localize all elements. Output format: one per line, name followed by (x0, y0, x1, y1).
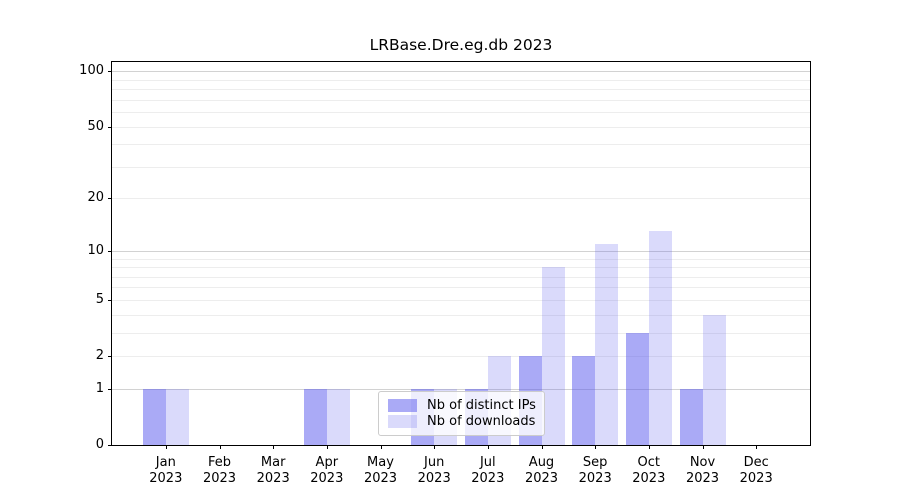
gridline-minor (112, 300, 810, 301)
y-tick-mark (108, 127, 112, 128)
x-tick-label-feb: Feb 2023 (203, 455, 236, 486)
x-tick-mark (381, 445, 382, 449)
bar-distinct-ips-jan (143, 389, 166, 445)
gridline-minor (112, 277, 810, 278)
x-tick-label-aug: Aug 2023 (525, 455, 558, 486)
gridline-major (112, 251, 810, 252)
y-tick-label: 100 (0, 63, 104, 79)
legend-swatch-distinct-ips-icon (388, 399, 417, 412)
bar-downloads-nov (703, 315, 726, 445)
x-tick-label-jul: Jul 2023 (471, 455, 504, 486)
x-tick-mark (703, 445, 704, 449)
x-tick-mark (595, 445, 596, 449)
x-tick-mark (434, 445, 435, 449)
bar-distinct-ips-nov (680, 389, 703, 445)
bar-downloads-jan (166, 389, 189, 445)
x-tick-label-nov: Nov 2023 (686, 455, 719, 486)
gridline-major (112, 71, 810, 72)
gridline-minor (112, 112, 810, 113)
gridline-minor (112, 89, 810, 90)
gridline-minor (112, 80, 810, 81)
y-tick-mark (108, 445, 112, 446)
gridline-minor (112, 127, 810, 128)
gridline-minor (112, 167, 810, 168)
x-tick-mark (542, 445, 543, 449)
x-tick-mark (166, 445, 167, 449)
chart-figure: LRBase.Dre.eg.db 2023 0 1 2 5 10 20 50 100 Jan … (0, 0, 900, 500)
x-tick-label-may: May 2023 (364, 455, 397, 486)
gridline-minor (112, 100, 810, 101)
legend-label-distinct-ips: Nb of distinct IPs (427, 398, 536, 413)
bar-downloads-apr (327, 389, 350, 445)
gridline-minor (112, 259, 810, 260)
bar-downloads-sep (595, 244, 618, 445)
gridline-minor (112, 267, 810, 268)
y-tick-label: 0 (0, 437, 104, 453)
bar-downloads-oct (649, 231, 672, 445)
x-tick-mark (756, 445, 757, 449)
legend-item-downloads: Nb of downloads (388, 414, 535, 429)
x-tick-mark (488, 445, 489, 449)
x-tick-label-apr: Apr 2023 (310, 455, 343, 486)
y-tick-mark (108, 356, 112, 357)
legend-swatch-downloads-icon (388, 415, 417, 428)
bar-distinct-ips-apr (304, 389, 327, 445)
y-tick-label: 20 (0, 190, 104, 206)
y-tick-mark (108, 300, 112, 301)
y-tick-mark (108, 198, 112, 199)
legend-label-downloads: Nb of downloads (427, 414, 535, 429)
x-tick-mark (327, 445, 328, 449)
x-tick-label-mar: Mar 2023 (257, 455, 290, 486)
plot-area (111, 61, 811, 446)
x-tick-label-jun: Jun 2023 (418, 455, 451, 486)
x-tick-mark (220, 445, 221, 449)
chart-title: LRBase.Dre.eg.db 2023 (112, 36, 810, 54)
x-tick-label-oct: Oct 2023 (632, 455, 665, 486)
x-tick-label-jan: Jan 2023 (149, 455, 182, 486)
x-tick-mark (649, 445, 650, 449)
x-tick-label-sep: Sep 2023 (579, 455, 612, 486)
y-tick-label: 50 (0, 119, 104, 135)
bar-distinct-ips-oct (626, 333, 649, 445)
y-tick-mark (108, 251, 112, 252)
x-tick-label-dec: Dec 2023 (740, 455, 773, 486)
bar-distinct-ips-sep (572, 356, 595, 445)
y-tick-label: 2 (0, 348, 104, 364)
gridline-minor (112, 144, 810, 145)
gridline-minor (112, 198, 810, 199)
y-tick-mark (108, 389, 112, 390)
y-tick-label: 5 (0, 292, 104, 308)
gridline-minor (112, 287, 810, 288)
legend-item-distinct-ips: Nb of distinct IPs (388, 398, 535, 413)
y-tick-mark (108, 71, 112, 72)
x-tick-mark (273, 445, 274, 449)
legend: Nb of distinct IPs Nb of downloads (378, 391, 545, 436)
y-tick-label: 1 (0, 381, 104, 397)
y-tick-label: 10 (0, 243, 104, 259)
